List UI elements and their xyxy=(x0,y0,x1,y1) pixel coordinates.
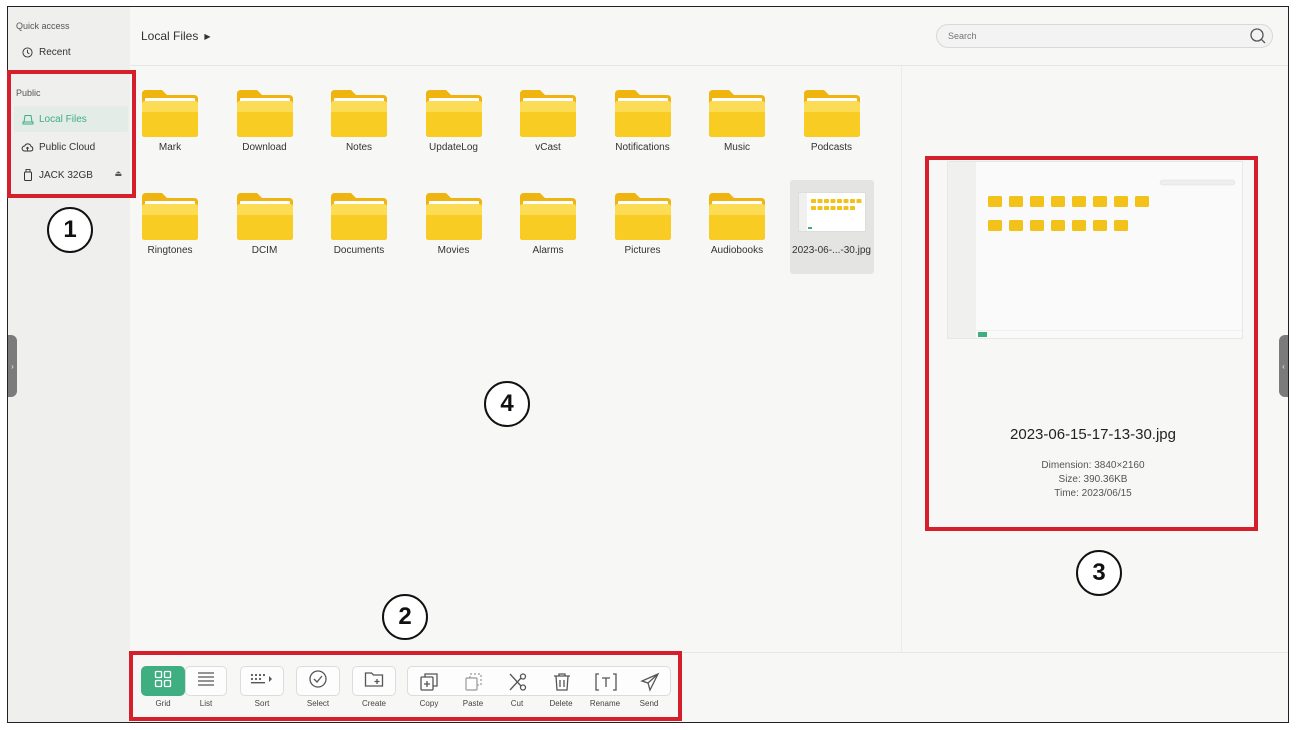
file-name: Podcasts xyxy=(810,142,853,153)
folder-icon xyxy=(707,88,767,138)
highlight-box-preview xyxy=(925,156,1258,531)
callout-1: 1 xyxy=(47,207,93,253)
folder-item[interactable]: Download xyxy=(223,77,307,171)
folder-item[interactable]: Audiobooks xyxy=(695,180,779,274)
clock-icon xyxy=(21,46,34,59)
folder-item[interactable]: DCIM xyxy=(223,180,307,274)
file-name: Mark xyxy=(158,142,182,153)
quick-access-heading: Quick access xyxy=(16,21,70,31)
folder-icon xyxy=(329,88,389,138)
image-thumbnail xyxy=(797,192,866,232)
file-name: UpdateLog xyxy=(429,142,478,153)
highlight-box-sidebar xyxy=(7,70,136,198)
folder-item[interactable]: vCast xyxy=(506,77,590,171)
folder-item[interactable]: Music xyxy=(695,77,779,171)
folder-item[interactable]: Notifications xyxy=(601,77,685,171)
folder-icon xyxy=(140,88,200,138)
sidebar-item-recent[interactable]: Recent xyxy=(14,39,128,65)
sidebar-item-label: Recent xyxy=(39,46,71,58)
file-name: Download xyxy=(242,142,287,153)
folder-icon xyxy=(424,88,484,138)
file-name: Documents xyxy=(333,245,385,256)
file-name: 2023-06-...-30.jpg xyxy=(792,245,871,256)
file-name: Alarms xyxy=(532,245,564,256)
folder-icon xyxy=(518,191,578,241)
folder-item[interactable]: Podcasts xyxy=(790,77,874,171)
folder-item[interactable]: UpdateLog xyxy=(412,77,496,171)
file-name: Notes xyxy=(345,142,373,153)
folder-item[interactable]: Movies xyxy=(412,180,496,274)
expand-left-panel-handle[interactable]: › xyxy=(8,335,17,397)
breadcrumb-current: Local Files xyxy=(141,29,199,43)
folder-icon xyxy=(802,88,862,138)
search-icon[interactable] xyxy=(1249,27,1267,50)
callout-3: 3 xyxy=(1076,550,1122,596)
folder-icon xyxy=(613,88,673,138)
folder-icon xyxy=(707,191,767,241)
file-name: DCIM xyxy=(251,245,278,256)
callout-4: 4 xyxy=(484,381,530,427)
folder-icon xyxy=(235,88,295,138)
folder-item[interactable]: Notes xyxy=(317,77,401,171)
file-item[interactable]: 2023-06-...-30.jpg xyxy=(789,180,874,274)
breadcrumb-arrow-icon: ▶ xyxy=(204,31,211,41)
file-name: Pictures xyxy=(624,245,661,256)
callout-2: 2 xyxy=(382,594,428,640)
folder-item[interactable]: Ringtones xyxy=(128,180,212,274)
folder-icon xyxy=(424,191,484,241)
highlight-box-toolbar xyxy=(129,651,682,721)
folder-item[interactable]: Pictures xyxy=(601,180,685,274)
folder-item[interactable]: Documents xyxy=(317,180,401,274)
file-name: Music xyxy=(723,142,751,153)
folder-icon xyxy=(235,191,295,241)
file-name: Movies xyxy=(437,245,470,256)
file-name: Ringtones xyxy=(147,245,193,256)
search-input[interactable] xyxy=(937,25,1227,47)
breadcrumb[interactable]: Local Files ▶ xyxy=(141,29,211,43)
folder-item[interactable]: Alarms xyxy=(506,180,590,274)
folder-icon xyxy=(518,88,578,138)
search-box xyxy=(936,24,1273,48)
folder-item[interactable]: Mark xyxy=(128,77,212,171)
file-name: Audiobooks xyxy=(710,245,764,256)
file-name: Notifications xyxy=(615,142,670,153)
file-name: vCast xyxy=(535,142,561,153)
folder-icon xyxy=(329,191,389,241)
folder-icon xyxy=(613,191,673,241)
folder-icon xyxy=(140,191,200,241)
